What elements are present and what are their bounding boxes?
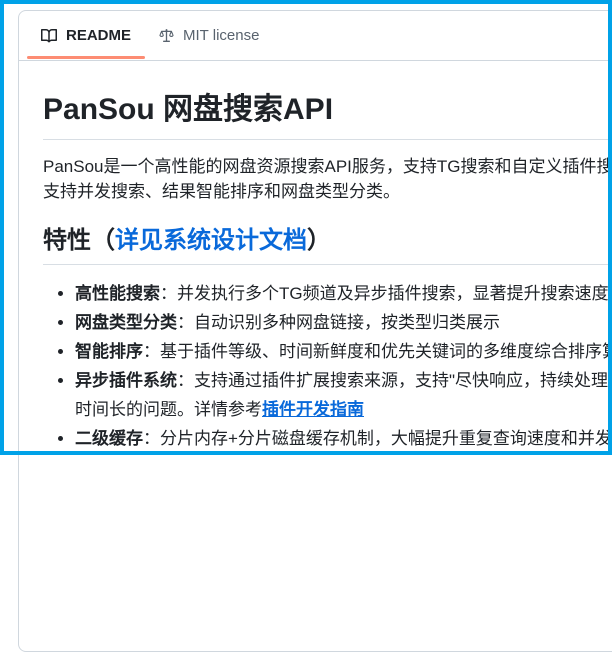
feature-item-smart-sort: 智能排序：基于插件等级、时间新鲜度和优先关键词的多维度综合排序算法: [75, 337, 612, 366]
feature-item-performance: 高性能搜索：并发执行多个TG频道及异步插件搜索，显著提升搜索速度；工: [75, 279, 612, 308]
tab-mit-license[interactable]: MIT license: [145, 11, 273, 60]
law-icon: [159, 28, 174, 43]
feature-desc: ：并发执行多个TG频道及异步插件搜索，显著提升搜索速度；工: [160, 284, 612, 303]
readme-tab-bar: README: [19, 11, 612, 61]
feature-term: 网盘类型分类: [75, 313, 177, 332]
tab-readme[interactable]: README: [27, 11, 145, 60]
feature-desc: ：分片内存+分片磁盘缓存机制，大幅提升重复查询速度和并发性能: [143, 429, 612, 448]
plugin-guide-link[interactable]: 插件开发指南: [262, 400, 364, 419]
design-doc-link[interactable]: 详见系统设计文档: [115, 227, 307, 254]
feature-desc: ：基于插件等级、时间新鲜度和优先关键词的多维度综合排序算法: [143, 342, 612, 361]
tab-readme-label: README: [66, 27, 131, 44]
page-title: PanSou 网盘搜索API: [43, 91, 612, 140]
readme-content: PanSou 网盘搜索API PanSou是一个高性能的网盘资源搜索API服务，…: [19, 61, 612, 453]
feature-term: 智能排序: [75, 342, 143, 361]
feature-item-async-plugin: 异步插件系统：支持通过插件扩展搜索来源，支持"尽快响应，持续处理"的异 时间长的…: [75, 366, 612, 424]
tab-mit-license-label: MIT license: [183, 27, 259, 44]
intro-line-2: 支持并发搜索、结果智能排序和网盘类型分类。: [43, 179, 612, 204]
features-heading-suffix: ）: [307, 227, 331, 254]
active-tab-underline: [27, 56, 145, 59]
feature-item-two-level-cache: 二级缓存：分片内存+分片磁盘缓存机制，大幅提升重复查询速度和并发性能: [75, 424, 612, 453]
book-icon: [41, 28, 57, 44]
readme-card: README: [18, 10, 612, 652]
feature-desc: ：支持通过插件扩展搜索来源，支持"尽快响应，持续处理"的异: [177, 371, 612, 390]
features-heading-prefix: 特性（: [43, 227, 115, 254]
feature-desc: ：自动识别多种网盘链接，按类型归类展示: [177, 313, 500, 332]
intro-line-1: PanSou是一个高性能的网盘资源搜索API服务，支持TG搜索和自定义插件搜索。: [43, 154, 612, 179]
feature-term: 高性能搜索: [75, 284, 160, 303]
features-heading: 特性（详见系统设计文档）: [43, 226, 612, 265]
feature-term: 二级缓存: [75, 429, 143, 448]
intro-paragraph: PanSou是一个高性能的网盘资源搜索API服务，支持TG搜索和自定义插件搜索。…: [43, 154, 612, 204]
features-list: 高性能搜索：并发执行多个TG频道及异步插件搜索，显著提升搜索速度；工 网盘类型分…: [43, 279, 612, 453]
feature-item-pan-type: 网盘类型分类：自动识别多种网盘链接，按类型归类展示: [75, 308, 612, 337]
feature-term: 异步插件系统: [75, 371, 177, 390]
feature-desc-continued: 时间长的问题。详情参考: [75, 400, 262, 419]
